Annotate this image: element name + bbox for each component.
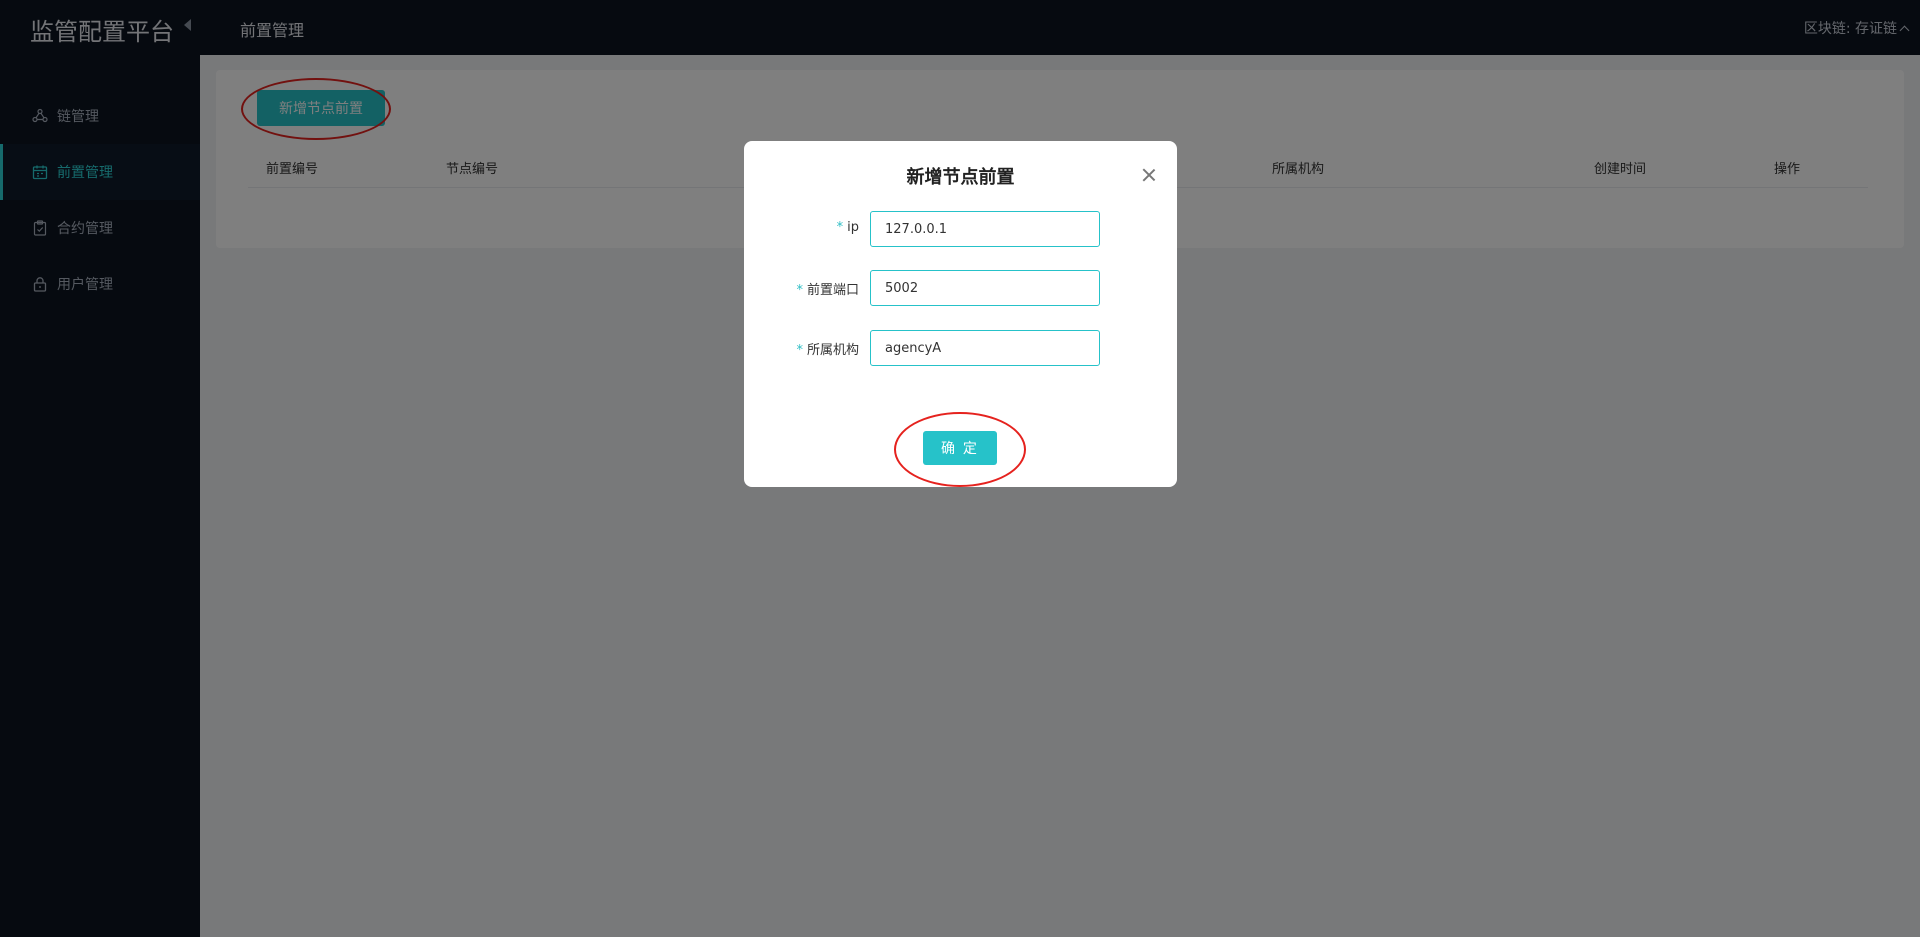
dialog-title: 新增节点前置 [906, 167, 1015, 188]
form-row-agency: * 所属机构 [744, 330, 1177, 366]
port-input[interactable] [870, 270, 1100, 306]
port-label: * 前置端口 [796, 283, 859, 298]
ip-input[interactable] [870, 211, 1100, 247]
agency-input[interactable] [870, 330, 1100, 366]
close-icon[interactable] [1141, 167, 1157, 183]
ip-label: * ip [836, 220, 859, 235]
confirm-button[interactable]: 确 定 [923, 431, 997, 465]
form-row-ip: * ip [744, 211, 1177, 247]
form-row-port: * 前置端口 [744, 270, 1177, 306]
agency-label: * 所属机构 [796, 343, 859, 358]
add-node-front-dialog: 新增节点前置 *ip *前置端口 *所属机构 确 定 [744, 141, 1177, 487]
